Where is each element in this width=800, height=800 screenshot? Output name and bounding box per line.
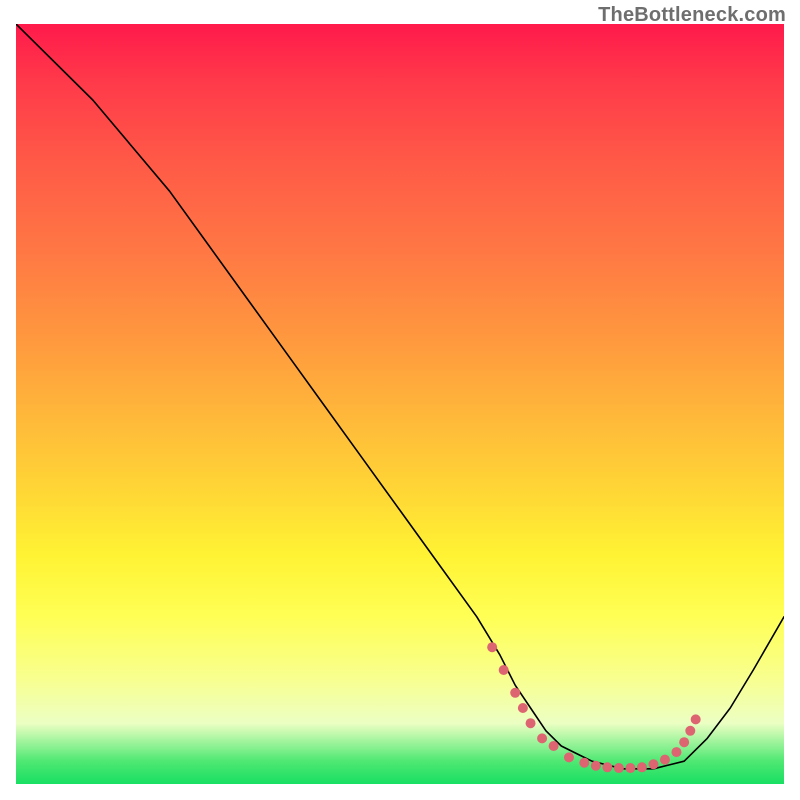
highlight-dot [487,642,497,652]
highlight-dot [685,726,695,736]
highlight-dot [537,733,547,743]
highlight-dot [499,665,509,675]
highlight-dot [671,747,681,757]
highlight-dot [526,718,536,728]
highlight-dot [549,741,559,751]
chart-overlay-svg [16,24,784,784]
highlight-dot [579,758,589,768]
highlight-dot [591,761,601,771]
highlight-dot [691,714,701,724]
highlight-dot [518,703,528,713]
highlight-dot [660,755,670,765]
highlight-dot [564,752,574,762]
watermark-text: TheBottleneck.com [598,4,786,27]
highlight-dot [679,737,689,747]
bottleneck-curve [16,24,784,769]
highlight-dot [625,763,635,773]
highlight-dot [648,759,658,769]
highlight-dot [602,762,612,772]
highlight-dot [614,763,624,773]
highlight-dots-group [487,642,701,773]
highlight-dot [510,688,520,698]
chart-stage: TheBottleneck.com [0,0,800,800]
highlight-dot [637,762,647,772]
